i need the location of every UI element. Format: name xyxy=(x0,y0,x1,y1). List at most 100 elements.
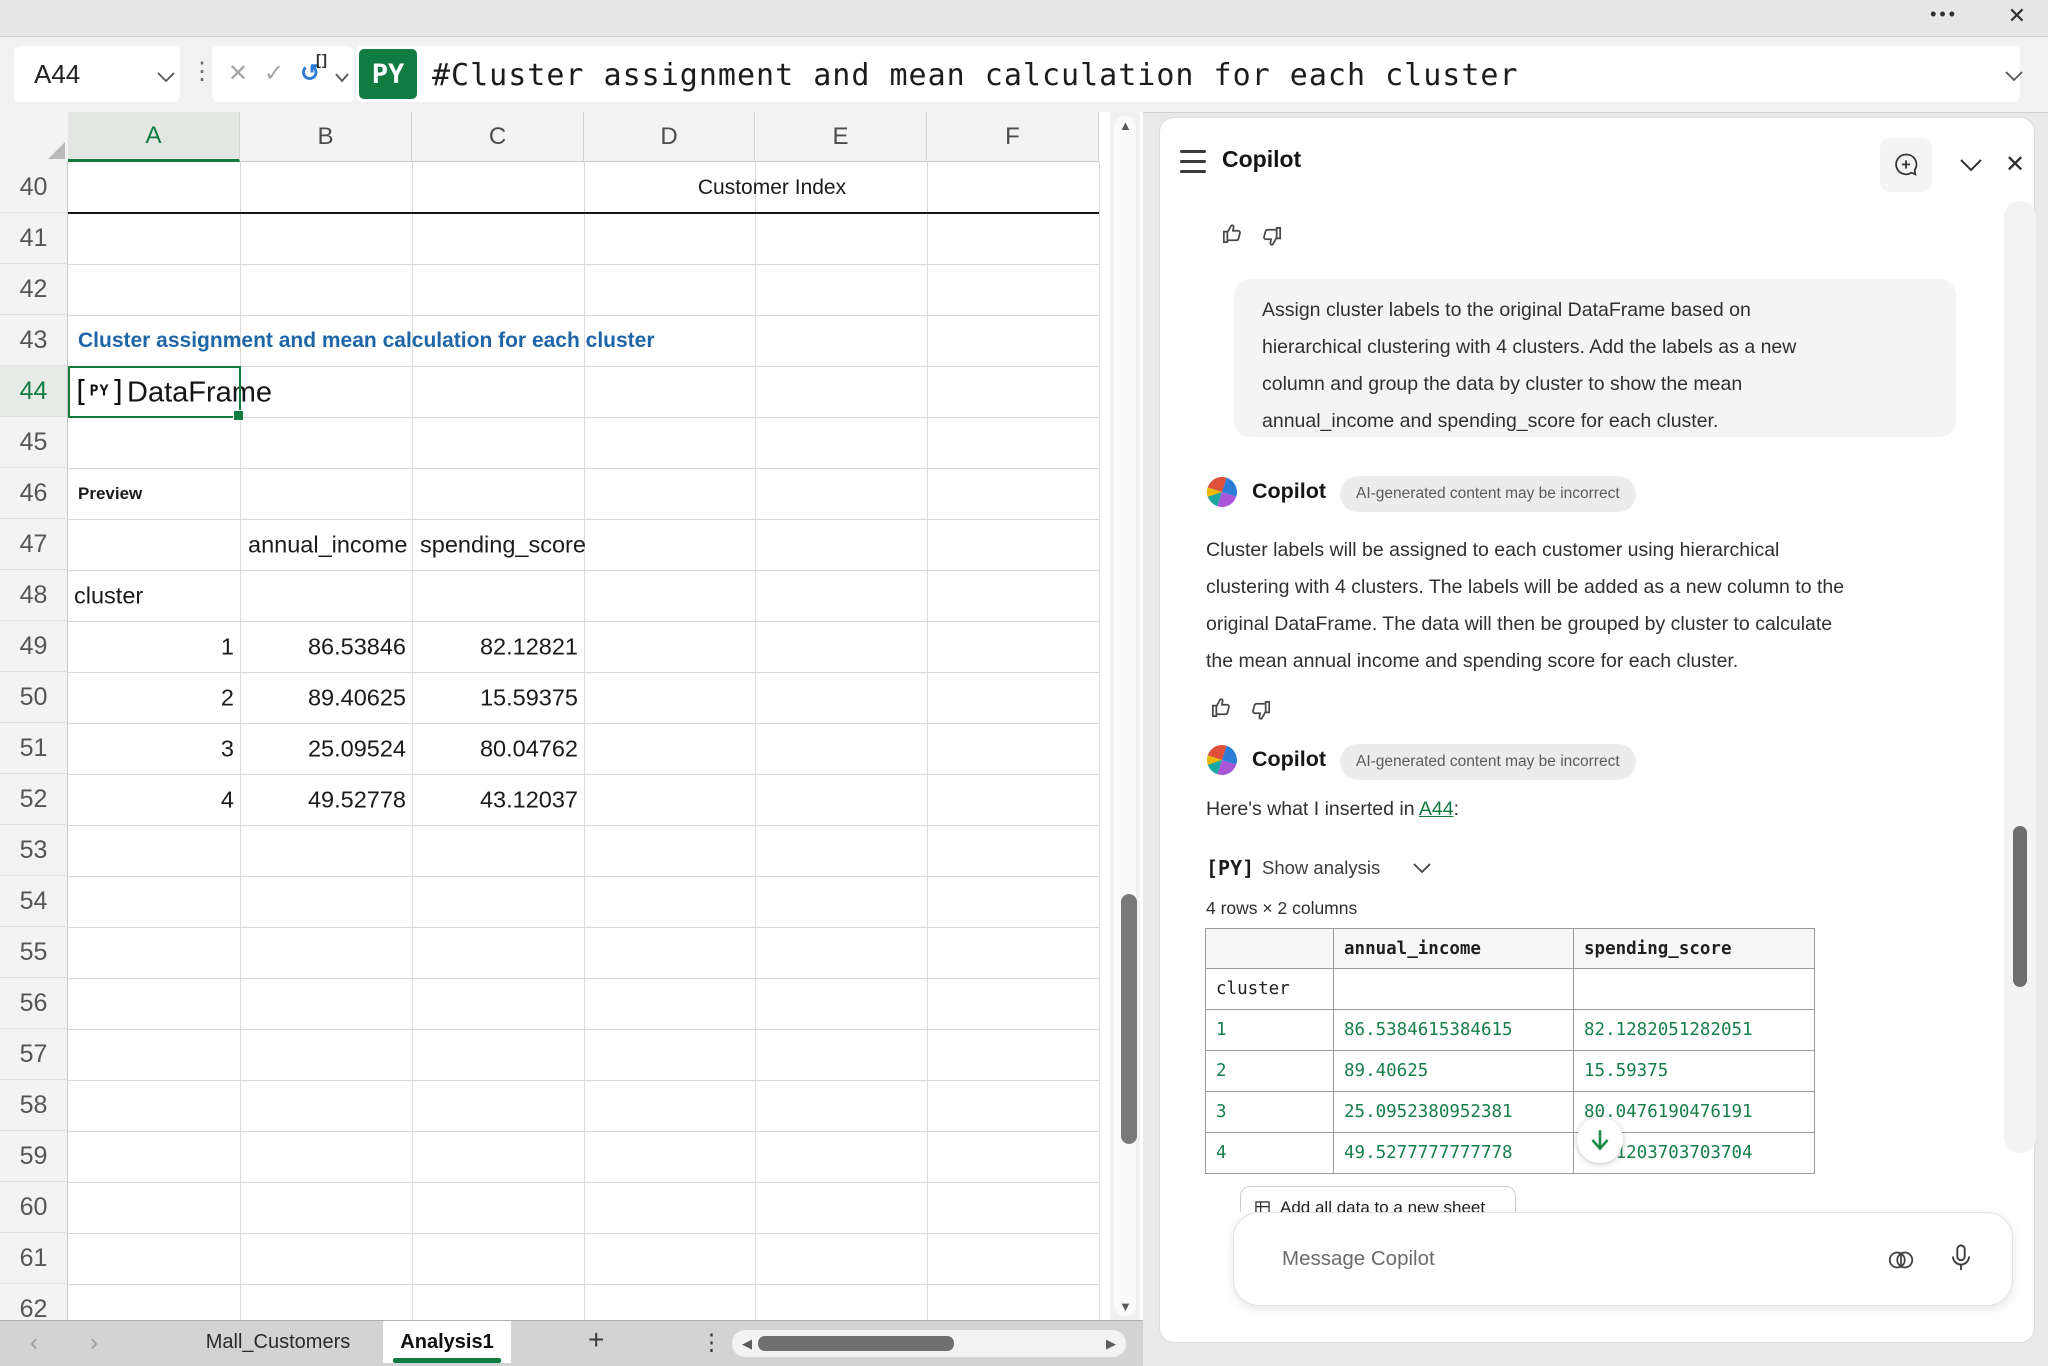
cell-cluster-heading[interactable]: Cluster assignment and mean calculation … xyxy=(78,329,655,353)
row-header-47[interactable]: 47 xyxy=(0,519,68,570)
name-box-chevron-icon[interactable] xyxy=(156,70,176,84)
row-header-41[interactable]: 41 xyxy=(0,213,68,264)
result-table-header: spending_score xyxy=(1574,929,1815,969)
sheet-tab-mall-customers[interactable]: Mall_Customers xyxy=(178,1321,378,1363)
formula-text[interactable]: #Cluster assignment and mean calculation… xyxy=(432,58,1519,93)
name-box[interactable]: A44 xyxy=(14,46,180,102)
column-header-C[interactable]: C xyxy=(412,112,584,162)
cell-b52[interactable]: 49.52778 xyxy=(240,786,406,813)
vertical-scrollbar-track[interactable]: ▲ ▼ xyxy=(1114,116,1136,1316)
new-chat-button[interactable] xyxy=(1880,138,1932,192)
sheet-nav-back-icon[interactable]: ‹ xyxy=(30,1329,38,1357)
cell-customer-index[interactable]: Customer Index xyxy=(584,176,960,200)
row-header-50[interactable]: 50 xyxy=(0,672,68,723)
cell-preview-label[interactable]: Preview xyxy=(78,484,142,504)
cell-b47-annual-income[interactable]: annual_income xyxy=(248,531,408,558)
formula-input[interactable]: PY #Cluster assignment and mean calculat… xyxy=(356,46,2020,102)
panel-collapse-chevron-icon[interactable] xyxy=(1958,156,1984,174)
row-header-48[interactable]: 48 xyxy=(0,570,68,621)
thumbs-up-icon[interactable] xyxy=(1207,694,1235,722)
row-header-53[interactable]: 53 xyxy=(0,825,68,876)
horizontal-scrollbar-thumb[interactable] xyxy=(758,1336,954,1351)
cell-a52[interactable]: 4 xyxy=(68,786,234,813)
suggestion-chip-clipped[interactable]: Add all data to a new sheet xyxy=(1240,1186,1520,1212)
cell-c47-spending-score[interactable]: spending_score xyxy=(420,531,586,558)
column-header-B[interactable]: B xyxy=(240,112,412,162)
scroll-to-latest-button[interactable] xyxy=(1577,1117,1623,1163)
row-header-61[interactable]: 61 xyxy=(0,1233,68,1284)
vertical-scrollbar-thumb[interactable] xyxy=(1121,894,1137,1144)
column-header-D[interactable]: D xyxy=(584,112,755,162)
cell-c50[interactable]: 15.59375 xyxy=(412,684,578,711)
gridline xyxy=(68,876,1099,877)
cell-b49[interactable]: 86.53846 xyxy=(240,633,406,660)
copilot-menu-icon[interactable] xyxy=(1180,150,1206,180)
cell-a49[interactable]: 1 xyxy=(68,633,234,660)
cell-reference-link[interactable]: A44 xyxy=(1419,798,1454,820)
scroll-down-icon[interactable]: ▼ xyxy=(1119,1299,1132,1314)
sheet-nav-forward-icon[interactable]: › xyxy=(90,1329,98,1357)
cell-a50[interactable]: 2 xyxy=(68,684,234,711)
row-header-52[interactable]: 52 xyxy=(0,774,68,825)
row-header-60[interactable]: 60 xyxy=(0,1182,68,1233)
row-header-42[interactable]: 42 xyxy=(0,264,68,315)
microphone-icon[interactable] xyxy=(1946,1243,1976,1275)
row-header-62[interactable]: 62 xyxy=(0,1284,68,1320)
fill-handle[interactable] xyxy=(233,410,244,421)
show-analysis-toggle[interactable]: Show analysis xyxy=(1262,857,1380,879)
row-header-58[interactable]: 58 xyxy=(0,1080,68,1131)
row-header-45[interactable]: 45 xyxy=(0,417,68,468)
sheet-options-icon[interactable]: ⋮ xyxy=(700,1329,723,1356)
row-header-59[interactable]: 59 xyxy=(0,1131,68,1182)
row-header-56[interactable]: 56 xyxy=(0,978,68,1029)
scroll-right-icon[interactable]: ▶ xyxy=(1106,1336,1116,1352)
cell-b51[interactable]: 25.09524 xyxy=(240,735,406,762)
inserted-summary-line: Here's what I inserted in A44: xyxy=(1206,798,1459,821)
row-header-40[interactable]: 40 xyxy=(0,162,68,213)
row-header-49[interactable]: 49 xyxy=(0,621,68,672)
row-header-55[interactable]: 55 xyxy=(0,927,68,978)
row-header-51[interactable]: 51 xyxy=(0,723,68,774)
column-header-F[interactable]: F xyxy=(927,112,1099,162)
sheet-tab-analysis1[interactable]: Analysis1 xyxy=(383,1321,511,1363)
cell-c49[interactable]: 82.12821 xyxy=(412,633,578,660)
add-sheet-button[interactable]: + xyxy=(588,1324,604,1356)
select-all-corner[interactable] xyxy=(0,112,69,163)
scroll-left-icon[interactable]: ◀ xyxy=(742,1336,752,1352)
window-close-icon[interactable]: ✕ xyxy=(2008,3,2026,29)
cell-b50[interactable]: 89.40625 xyxy=(240,684,406,711)
column-header-E[interactable]: E xyxy=(755,112,927,162)
row-header-44[interactable]: 44 xyxy=(0,366,68,417)
row-header-46[interactable]: 46 xyxy=(0,468,68,519)
select-all-triangle-icon xyxy=(48,142,65,159)
copilot-scrollbar-thumb[interactable] xyxy=(2013,826,2027,987)
row-header-43[interactable]: 43 xyxy=(0,315,68,366)
spreadsheet-grid[interactable]: ABCDEF 404142434445464748495051525354555… xyxy=(0,112,1143,1320)
python-insert-chevron-icon[interactable] xyxy=(334,72,350,84)
cell-a51[interactable]: 3 xyxy=(68,735,234,762)
thumbs-down-icon[interactable] xyxy=(1258,222,1286,250)
formula-bar: A44 ⋮ ✕ ✓ ↺ [] PY #Cluster assignment an… xyxy=(0,37,2048,113)
cell-c52[interactable]: 43.12037 xyxy=(412,786,578,813)
scroll-up-icon[interactable]: ▲ xyxy=(1119,118,1132,133)
show-analysis-chevron-icon[interactable] xyxy=(1412,861,1432,875)
formula-expand-chevron-icon[interactable] xyxy=(2004,69,2024,83)
gridline xyxy=(68,927,1099,928)
think-deeper-brain-icon[interactable] xyxy=(1886,1245,1916,1275)
copilot-close-icon[interactable]: ✕ xyxy=(2005,150,2025,179)
horizontal-scrollbar[interactable]: ◀ ▶ xyxy=(732,1330,1126,1357)
vertical-scrollbar[interactable]: ▲ ▼ xyxy=(1110,112,1140,1320)
cell-a48-cluster[interactable]: cluster xyxy=(74,582,143,609)
confirm-entry-icon[interactable]: ✓ xyxy=(264,59,284,88)
row-header-54[interactable]: 54 xyxy=(0,876,68,927)
copilot-scrollbar-track[interactable] xyxy=(2004,201,2036,1153)
cancel-entry-icon[interactable]: ✕ xyxy=(228,59,248,88)
result-table-cell: 82.1282051282051 xyxy=(1574,1010,1815,1051)
more-options-icon[interactable]: ••• xyxy=(1930,4,1958,25)
column-header-A[interactable]: A xyxy=(68,112,240,162)
thumbs-down-icon[interactable] xyxy=(1247,696,1275,724)
cell-c51[interactable]: 80.04762 xyxy=(412,735,578,762)
copilot-message-input[interactable]: Message Copilot xyxy=(1233,1212,2013,1306)
row-header-57[interactable]: 57 xyxy=(0,1029,68,1080)
thumbs-up-icon[interactable] xyxy=(1218,220,1246,248)
